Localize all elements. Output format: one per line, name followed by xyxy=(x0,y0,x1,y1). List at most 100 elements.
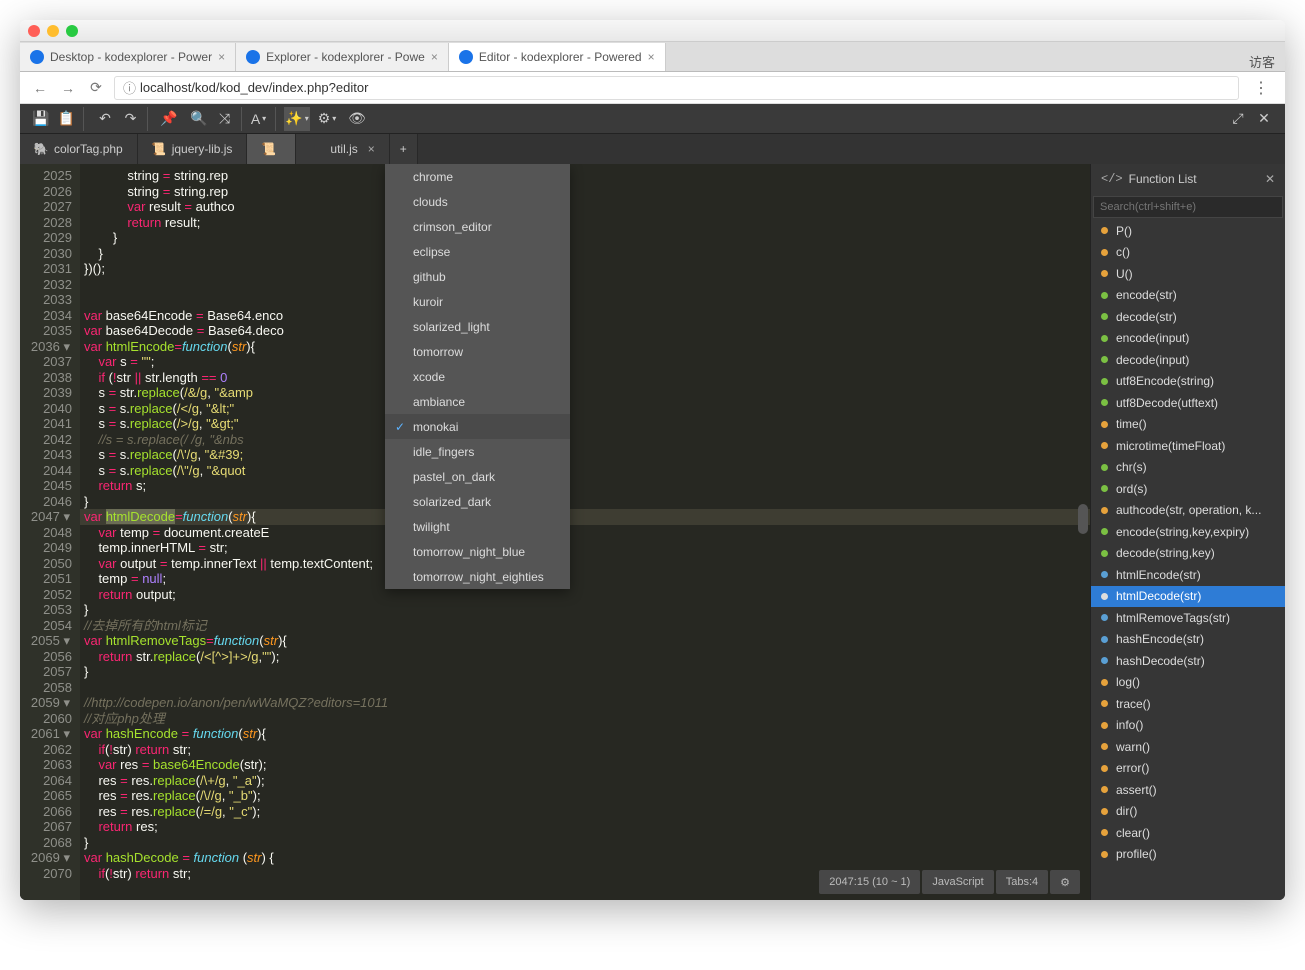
reload-button[interactable]: ⟳ xyxy=(86,79,106,96)
forward-button[interactable]: → xyxy=(58,80,78,96)
theme-option[interactable]: clouds xyxy=(385,189,570,214)
function-search-input[interactable] xyxy=(1093,196,1283,218)
browser-tab[interactable]: Explorer - kodexplorer - Powe× xyxy=(236,43,449,71)
guest-label[interactable]: 访客 xyxy=(1249,52,1275,71)
function-item[interactable]: microtime(timeFloat) xyxy=(1091,435,1285,457)
status-settings-icon[interactable]: ⚙ xyxy=(1050,870,1080,894)
site-info-icon[interactable]: ⓘ xyxy=(123,78,136,97)
function-item[interactable]: htmlEncode(str) xyxy=(1091,564,1285,586)
theme-option[interactable]: ✓monokai xyxy=(385,414,570,439)
redo-icon[interactable]: ↷ xyxy=(122,107,148,131)
cursor-position[interactable]: 2047:15 (10 ~ 1) xyxy=(819,870,920,894)
close-panel-button[interactable]: ✕ xyxy=(1265,172,1275,186)
close-file-icon[interactable]: × xyxy=(368,142,375,156)
theme-option[interactable]: idle_fingers xyxy=(385,439,570,464)
dot-icon xyxy=(1101,313,1108,320)
pin-icon[interactable]: 📌 xyxy=(156,107,182,131)
function-item[interactable]: htmlDecode(str) xyxy=(1091,586,1285,608)
theme-option[interactable]: tomorrow_night_eighties xyxy=(385,564,570,589)
close-panel-icon[interactable]: ✕ xyxy=(1251,107,1277,131)
theme-label: eclipse xyxy=(413,245,450,259)
code-editor[interactable]: 2025 2026 2027 2028 2029 2030 2031 2032 … xyxy=(20,164,1090,900)
maximize-window-button[interactable] xyxy=(66,25,78,37)
settings-icon[interactable]: ⚙ xyxy=(314,107,340,131)
undo-icon[interactable]: ↶ xyxy=(92,107,118,131)
close-window-button[interactable] xyxy=(28,25,40,37)
tab-close-icon[interactable]: × xyxy=(431,50,438,64)
function-item[interactable]: U() xyxy=(1091,263,1285,285)
code-area[interactable]: string = string.rep string = string.rep … xyxy=(80,164,1090,900)
theme-option[interactable]: tomorrow xyxy=(385,339,570,364)
theme-option[interactable]: chrome xyxy=(385,164,570,189)
copy-icon[interactable]: 📋 xyxy=(58,107,84,131)
function-item[interactable]: decode(string,key) xyxy=(1091,543,1285,565)
function-item[interactable]: encode(string,key,expiry) xyxy=(1091,521,1285,543)
function-item[interactable]: dir() xyxy=(1091,801,1285,823)
function-item[interactable]: decode(input) xyxy=(1091,349,1285,371)
tab-close-icon[interactable]: × xyxy=(648,50,655,64)
save-icon[interactable]: 💾 xyxy=(28,107,54,131)
toolbar: 💾 📋 ↶ ↷ 📌 🔍 ⤨ A ✨ ⚙ 👁 ⤢ ✕ xyxy=(20,104,1285,134)
scrollbar-thumb[interactable] xyxy=(1078,504,1088,534)
back-button[interactable]: ← xyxy=(30,80,50,96)
function-item[interactable]: info() xyxy=(1091,715,1285,737)
function-item[interactable]: hashEncode(str) xyxy=(1091,629,1285,651)
font-button[interactable]: A xyxy=(250,107,276,131)
function-item[interactable]: assert() xyxy=(1091,779,1285,801)
function-item[interactable]: time() xyxy=(1091,414,1285,436)
function-item[interactable]: utf8Encode(string) xyxy=(1091,371,1285,393)
file-tab[interactable]: util.js× xyxy=(296,134,389,164)
dot-icon xyxy=(1101,270,1108,277)
function-item[interactable]: htmlRemoveTags(str) xyxy=(1091,607,1285,629)
function-item[interactable]: clear() xyxy=(1091,822,1285,844)
browser-menu-button[interactable]: ⋮ xyxy=(1247,78,1275,98)
function-item[interactable]: P() xyxy=(1091,220,1285,242)
theme-option[interactable]: github xyxy=(385,264,570,289)
theme-option[interactable]: pastel_on_dark xyxy=(385,464,570,489)
theme-option[interactable]: solarized_dark xyxy=(385,489,570,514)
status-bar: 2047:15 (10 ~ 1) JavaScript Tabs:4 ⚙ xyxy=(819,870,1080,894)
theme-option[interactable]: crimson_editor xyxy=(385,214,570,239)
function-item[interactable]: authcode(str, operation, k... xyxy=(1091,500,1285,522)
file-tab[interactable]: 📜jquery-lib.js xyxy=(138,134,248,164)
theme-button[interactable]: ✨ xyxy=(284,107,310,131)
search-icon[interactable]: 🔍 xyxy=(186,107,212,131)
function-label: utf8Decode(utftext) xyxy=(1116,396,1218,410)
tab-close-icon[interactable]: × xyxy=(218,50,225,64)
language-mode[interactable]: JavaScript xyxy=(922,870,993,894)
function-item[interactable]: log() xyxy=(1091,672,1285,694)
browser-tab[interactable]: Editor - kodexplorer - Powered× xyxy=(449,43,666,71)
function-item[interactable]: error() xyxy=(1091,758,1285,780)
function-item[interactable]: c() xyxy=(1091,242,1285,264)
file-tab[interactable]: 📜 xyxy=(247,134,296,164)
tab-title: Desktop - kodexplorer - Power xyxy=(50,50,212,64)
function-item[interactable]: ord(s) xyxy=(1091,478,1285,500)
function-item[interactable]: encode(input) xyxy=(1091,328,1285,350)
function-item[interactable]: warn() xyxy=(1091,736,1285,758)
add-tab-button[interactable]: + xyxy=(390,134,418,164)
tab-size[interactable]: Tabs:4 xyxy=(996,870,1048,894)
theme-option[interactable]: solarized_light xyxy=(385,314,570,339)
function-item[interactable]: hashDecode(str) xyxy=(1091,650,1285,672)
theme-option[interactable]: ambiance xyxy=(385,389,570,414)
function-item[interactable]: utf8Decode(utftext) xyxy=(1091,392,1285,414)
function-item[interactable]: decode(str) xyxy=(1091,306,1285,328)
theme-option[interactable]: twilight xyxy=(385,514,570,539)
function-label: ord(s) xyxy=(1116,482,1147,496)
function-item[interactable]: encode(str) xyxy=(1091,285,1285,307)
minimize-window-button[interactable] xyxy=(47,25,59,37)
preview-icon[interactable]: 👁 xyxy=(344,107,370,131)
dot-icon xyxy=(1101,335,1108,342)
theme-option[interactable]: kuroir xyxy=(385,289,570,314)
expand-icon[interactable]: ⤢ xyxy=(1225,107,1251,131)
function-item[interactable]: trace() xyxy=(1091,693,1285,715)
function-item[interactable]: profile() xyxy=(1091,844,1285,866)
address-bar[interactable]: ⓘ localhost/kod/kod_dev/index.php?editor xyxy=(114,76,1239,100)
theme-option[interactable]: xcode xyxy=(385,364,570,389)
theme-option[interactable]: tomorrow_night_blue xyxy=(385,539,570,564)
file-tab[interactable]: 🐘colorTag.php xyxy=(20,134,138,164)
shuffle-icon[interactable]: ⤨ xyxy=(216,107,242,131)
theme-option[interactable]: eclipse xyxy=(385,239,570,264)
function-item[interactable]: chr(s) xyxy=(1091,457,1285,479)
browser-tab[interactable]: Desktop - kodexplorer - Power × xyxy=(20,43,236,71)
